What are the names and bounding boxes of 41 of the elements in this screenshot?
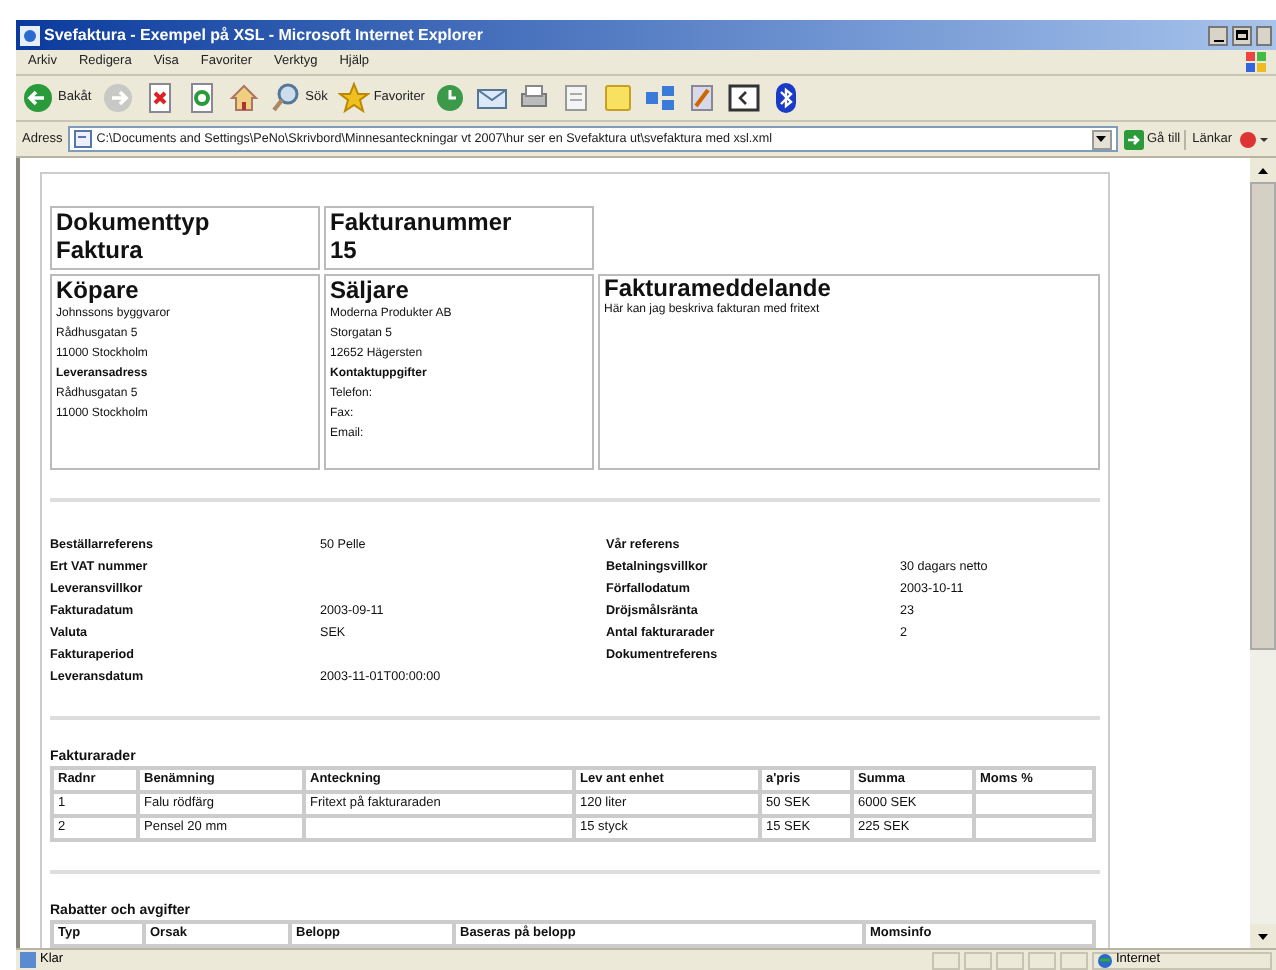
header-value: 15 xyxy=(330,236,357,264)
minimize-button[interactable] xyxy=(1208,25,1228,45)
page-icon xyxy=(20,952,36,968)
house-icon[interactable] xyxy=(227,82,260,114)
windows-logo-icon xyxy=(1244,50,1268,74)
search-icon xyxy=(269,82,302,114)
status-pane xyxy=(964,951,992,969)
header-label: Fakturanummer xyxy=(330,208,512,236)
scroll-up-button[interactable] xyxy=(1250,158,1276,182)
caret-icon xyxy=(1096,136,1106,142)
screen-icon[interactable] xyxy=(728,82,761,114)
status-pane xyxy=(1060,951,1088,969)
clock-icon[interactable] xyxy=(434,82,467,114)
caret-icon xyxy=(1258,933,1268,939)
window-title: Svefaktura - Exempel på XSL - Microsoft Internet Explorer xyxy=(44,23,483,47)
browser-icon xyxy=(20,25,40,45)
document-icon[interactable] xyxy=(560,82,593,114)
star-icon xyxy=(337,82,370,114)
scrollbar[interactable] xyxy=(1250,158,1276,948)
status-pane xyxy=(996,951,1024,969)
document-icon xyxy=(74,130,93,148)
header-label: Dokumenttyp xyxy=(56,208,210,236)
scroll-down-button[interactable] xyxy=(1250,924,1276,948)
note-icon[interactable] xyxy=(602,82,635,114)
status-pane xyxy=(932,951,960,969)
caret-icon xyxy=(1258,167,1268,173)
document-icon[interactable] xyxy=(686,82,719,114)
refresh-icon[interactable] xyxy=(185,82,218,114)
status-pane xyxy=(1028,951,1056,969)
section-heading: Säljare xyxy=(330,276,409,304)
section-heading: Köpare xyxy=(56,276,139,304)
back-icon xyxy=(22,82,54,114)
squares-icon[interactable] xyxy=(644,82,677,114)
globe-icon xyxy=(1098,953,1112,967)
dropdown-button[interactable] xyxy=(1091,129,1111,149)
arrow-icon xyxy=(1123,129,1143,149)
section-heading: Fakturameddelande xyxy=(604,276,831,302)
header-value: Faktura xyxy=(56,236,143,264)
scroll-thumb[interactable] xyxy=(1250,182,1276,650)
maximize-button[interactable] xyxy=(1232,25,1252,45)
stop-icon[interactable] xyxy=(143,82,176,114)
